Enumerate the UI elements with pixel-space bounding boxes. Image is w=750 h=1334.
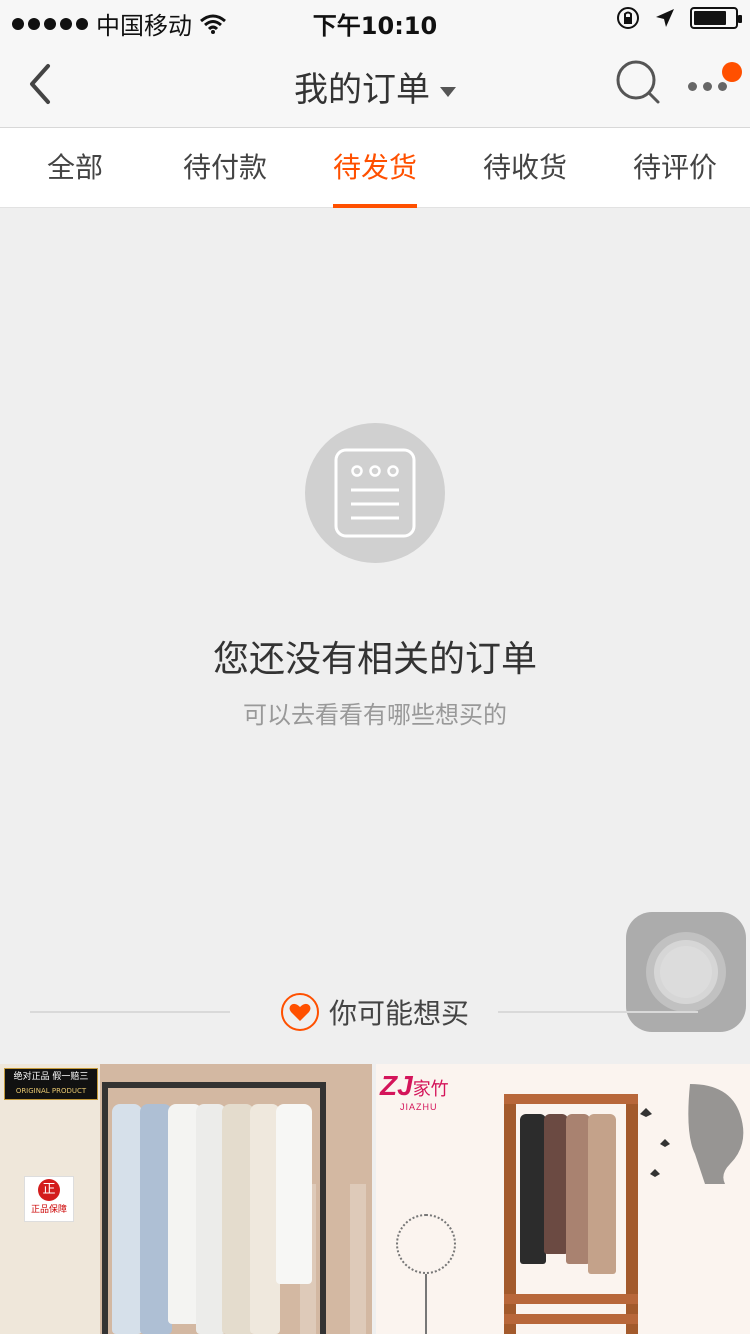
tab-pending-payment[interactable]: 待付款 [150,128,300,208]
brand-name: 家竹 [412,1079,449,1099]
authentic-badge: 绝对正品 假一赔三 ORIGINAL PRODUCT [4,1068,98,1100]
product-card[interactable]: 绝对正品 假一赔三 ORIGINAL PRODUCT 正 正品保障 [0,1064,372,1334]
nav-bar: 我的订单 [0,40,750,128]
divider-right [498,1011,698,1013]
divider-left [30,1011,230,1013]
tab-all[interactable]: 全部 [0,128,150,208]
battery-icon [690,7,742,29]
tab-pending-receipt[interactable]: 待收货 [450,128,600,208]
recommend-header: 你可能想买 [281,992,469,1032]
brand-sub: JIAZHU [400,1102,438,1112]
caret-down-icon [440,86,456,97]
tab-pending-shipment[interactable]: 待发货 [300,128,450,208]
butterfly-decal-icon [640,1084,744,1184]
product-card[interactable]: ZJ家竹 JIAZHU [376,1064,750,1334]
dandelion-stem [425,1274,427,1334]
search-button[interactable] [614,58,664,108]
more-dots-icon [688,82,727,91]
page-title-text: 我的订单 [294,70,430,110]
more-button[interactable] [684,60,744,110]
dandelion-decal [396,1214,456,1274]
zheng-mark-icon: 正 [38,1179,60,1201]
authentic-badge-line1: 绝对正品 假一赔三 [13,1072,89,1082]
genuine-guarantee-badge: 正 正品保障 [24,1176,74,1222]
recommend-label: 你可能想买 [329,997,470,1030]
location-arrow-icon [656,9,674,27]
tab-pending-review[interactable]: 待评价 [600,128,750,208]
authentic-badge-line2: ORIGINAL PRODUCT [15,1087,87,1095]
genuine-guarantee-label: 正品保障 [30,1205,67,1215]
brand-zj: ZJ [380,1070,413,1101]
notification-dot [722,62,742,82]
order-tabs: 全部 待付款 待发货 待收货 待评价 [0,128,750,208]
rotation-lock-icon [617,7,639,29]
search-icon [616,60,660,104]
empty-state-subtitle: 可以去看看有哪些想买的 [243,701,507,729]
heart-icon [281,993,319,1031]
brand-logo: ZJ家竹 JIAZHU [380,1070,449,1112]
empty-state-title: 您还没有相关的订单 [212,639,537,680]
order-list-icon [305,423,445,563]
assistive-touch-button[interactable] [626,912,746,1032]
status-right [616,6,742,30]
status-bar: 中国移动 下午10:10 [0,0,750,40]
